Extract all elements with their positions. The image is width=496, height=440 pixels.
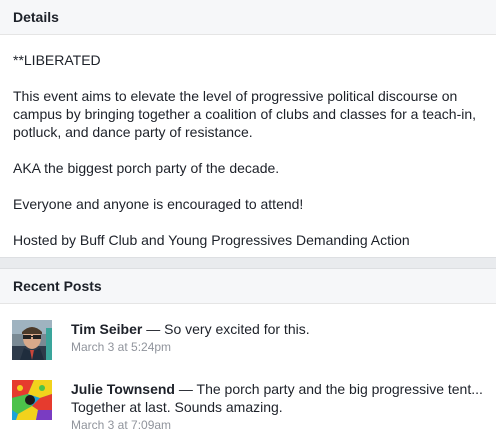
details-card: Details **LIBERATED This event aims to e… (0, 0, 496, 258)
post-author[interactable]: Julie Townsend (71, 381, 175, 397)
recent-posts-header: Recent Posts (0, 269, 496, 304)
post-text-continued: Together at last. Sounds amazing. (71, 399, 283, 415)
details-paragraph: This event aims to elevate the level of … (13, 88, 477, 140)
details-header: Details (0, 0, 496, 35)
post-content: Tim Seiber — So very excited for this. M… (71, 320, 491, 355)
post-timestamp[interactable]: March 3 at 5:24pm (71, 339, 491, 355)
post-separator: — (174, 381, 197, 397)
post-content: Julie Townsend — The porch party and the… (71, 380, 491, 433)
details-paragraph: Everyone and anyone is encouraged to att… (13, 196, 304, 212)
avatar[interactable] (12, 320, 52, 360)
post-text: The porch party and the big progressive … (196, 381, 483, 397)
details-paragraph: **LIBERATED (13, 52, 101, 68)
post-timestamp[interactable]: March 3 at 7:09am (71, 417, 491, 433)
post-separator: — (142, 321, 165, 337)
recent-posts-card: Recent Posts Tim Seiber — So very excite… (0, 268, 496, 440)
post-author[interactable]: Tim Seiber (71, 321, 142, 337)
details-paragraph: AKA the biggest porch party of the decad… (13, 160, 280, 176)
details-paragraph: Hosted by Buff Club and Young Progressiv… (13, 232, 410, 248)
avatar[interactable] (12, 380, 52, 420)
post-text: So very excited for this. (164, 321, 310, 337)
details-body: **LIBERATED This event aims to elevate t… (0, 35, 496, 249)
